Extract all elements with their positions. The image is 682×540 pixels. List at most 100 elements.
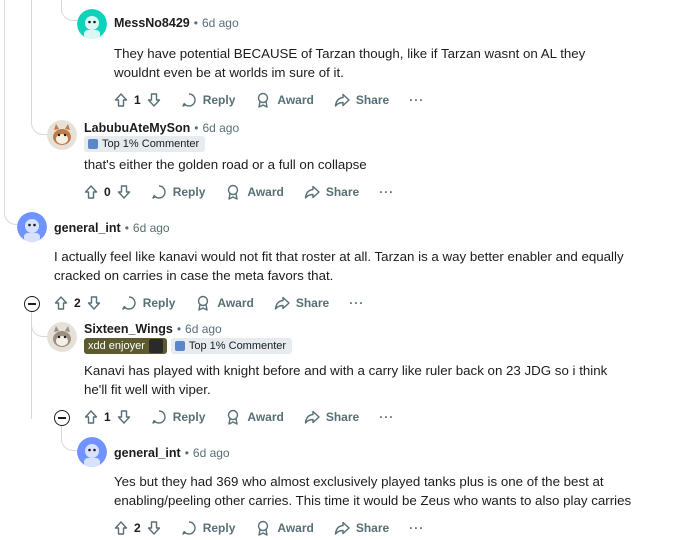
- comment-actions: 1 Reply Award Share ···: [84, 409, 394, 425]
- vote-count: 2: [74, 296, 81, 310]
- flair-icon: [88, 139, 98, 149]
- downvote-icon[interactable]: [147, 93, 161, 107]
- share-label: Share: [355, 521, 390, 535]
- comment-body: that's either the golden road or a full …: [84, 157, 367, 172]
- username[interactable]: MessNo8429: [114, 16, 190, 30]
- flair-icon: [174, 341, 185, 351]
- share-button[interactable]: Share: [334, 520, 389, 536]
- share-icon: [334, 521, 350, 535]
- timestamp[interactable]: 6d ago: [193, 446, 230, 460]
- timestamp[interactable]: 6d ago: [202, 16, 239, 30]
- upvote-icon[interactable]: [54, 296, 68, 310]
- share-label: Share: [325, 185, 360, 199]
- comment-meta: general_int • 6d ago: [114, 446, 230, 460]
- upvote-icon[interactable]: [114, 521, 128, 535]
- timestamp[interactable]: 6d ago: [202, 121, 239, 135]
- flair-row: xdd enjoyer Top 1% Commenter: [84, 338, 293, 354]
- comment-actions: 0 Reply Award Share ···: [84, 184, 394, 200]
- flair-label: Top 1% Commenter: [102, 138, 200, 150]
- upvote-icon[interactable]: [114, 93, 128, 107]
- thread-line[interactable]: [4, 0, 5, 212]
- upvote-icon[interactable]: [84, 410, 98, 424]
- reply-label: Reply: [142, 296, 176, 310]
- award-icon: [258, 520, 269, 536]
- comment-bubble-icon: [181, 93, 196, 107]
- more-options-button[interactable]: ···: [409, 521, 424, 535]
- timestamp[interactable]: 6d ago: [133, 221, 170, 235]
- avatar[interactable]: [77, 9, 107, 39]
- award-button[interactable]: Award: [225, 409, 284, 425]
- share-label: Share: [325, 410, 360, 424]
- separator: •: [194, 121, 199, 135]
- reply-button[interactable]: Reply: [151, 409, 206, 425]
- avatar[interactable]: [47, 120, 77, 150]
- comment-body: I actually feel like kanavi would not fi…: [54, 249, 624, 283]
- comment-bubble-icon: [151, 410, 166, 424]
- share-button[interactable]: Share: [274, 295, 329, 311]
- thread-line[interactable]: [31, 0, 32, 122]
- vote-group: 1: [84, 410, 131, 424]
- vote-count: 0: [104, 185, 111, 199]
- username[interactable]: general_int: [114, 446, 181, 460]
- avatar[interactable]: [17, 212, 47, 242]
- share-button[interactable]: Share: [304, 409, 359, 425]
- comment-meta: general_int • 6d ago: [54, 221, 170, 235]
- reply-label: Reply: [172, 410, 206, 424]
- award-label: Award: [277, 521, 314, 535]
- award-button[interactable]: Award: [195, 295, 254, 311]
- separator: •: [124, 221, 129, 235]
- vote-group: 2: [114, 521, 161, 535]
- reply-button[interactable]: Reply: [151, 184, 206, 200]
- vote-group: 0: [84, 185, 131, 199]
- share-icon: [274, 296, 290, 310]
- thread-elbow: [4, 210, 17, 225]
- more-options-button[interactable]: ···: [379, 185, 394, 199]
- reply-button[interactable]: Reply: [181, 520, 236, 536]
- username[interactable]: general_int: [54, 221, 121, 235]
- share-icon: [334, 93, 350, 107]
- award-label: Award: [247, 185, 284, 199]
- downvote-icon[interactable]: [117, 410, 131, 424]
- share-icon: [304, 410, 320, 424]
- reply-label: Reply: [202, 521, 236, 535]
- share-button[interactable]: Share: [304, 184, 359, 200]
- separator: •: [184, 446, 189, 460]
- vote-group: 1: [114, 93, 161, 107]
- award-button[interactable]: Award: [225, 184, 284, 200]
- comment-body: Yes but they had 369 who almost exclusiv…: [114, 474, 632, 508]
- comment-bubble-icon: [121, 296, 136, 310]
- share-label: Share: [355, 93, 390, 107]
- collapse-thread-button[interactable]: [24, 296, 40, 312]
- comment-actions: 2 Reply Award Share ···: [54, 295, 364, 311]
- username[interactable]: Sixteen_Wings: [84, 322, 173, 336]
- timestamp[interactable]: 6d ago: [185, 322, 222, 336]
- flair-row: Top 1% Commenter: [84, 136, 206, 152]
- username[interactable]: LabubuAteMySon: [84, 121, 190, 135]
- avatar[interactable]: [47, 322, 77, 352]
- award-button[interactable]: Award: [255, 92, 314, 108]
- upvote-icon[interactable]: [84, 185, 98, 199]
- more-options-button[interactable]: ···: [349, 296, 364, 310]
- award-icon: [228, 409, 239, 425]
- comment-meta: LabubuAteMySon • 6d ago: [84, 121, 239, 135]
- comment-meta: Sixteen_Wings • 6d ago: [84, 322, 222, 336]
- avatar[interactable]: [77, 437, 107, 467]
- more-options-button[interactable]: ···: [409, 93, 424, 107]
- vote-count: 1: [134, 93, 141, 107]
- reply-button[interactable]: Reply: [121, 295, 176, 311]
- downvote-icon[interactable]: [147, 521, 161, 535]
- user-flair: Top 1% Commenter: [170, 338, 293, 354]
- award-icon: [228, 184, 239, 200]
- award-button[interactable]: Award: [255, 520, 314, 536]
- thread-elbow: [61, 425, 78, 451]
- more-options-button[interactable]: ···: [379, 410, 394, 424]
- flair-label: Top 1% Commenter: [188, 340, 287, 352]
- reply-button[interactable]: Reply: [181, 92, 236, 108]
- downvote-icon[interactable]: [87, 296, 101, 310]
- comment-actions: 1 Reply Award Share ···: [114, 92, 424, 108]
- downvote-icon[interactable]: [117, 185, 131, 199]
- reply-label: Reply: [202, 93, 236, 107]
- collapse-thread-button[interactable]: [54, 410, 70, 426]
- share-button[interactable]: Share: [334, 92, 389, 108]
- reply-label: Reply: [172, 185, 206, 199]
